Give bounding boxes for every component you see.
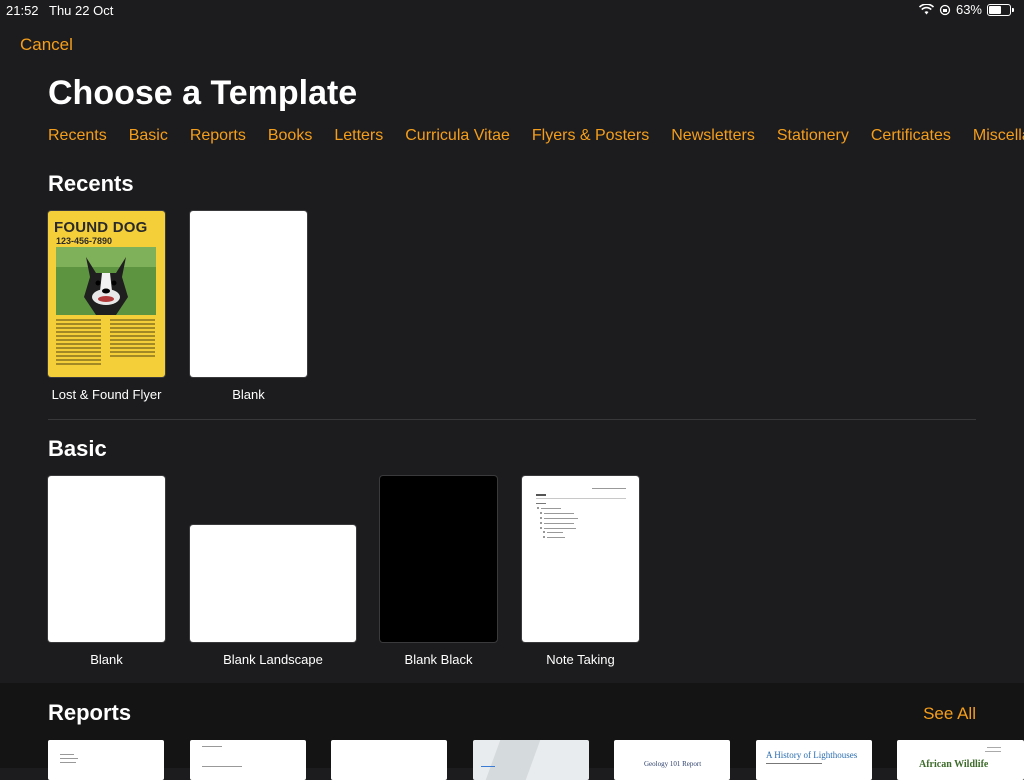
template-label-blank-recent: Blank [232, 387, 265, 402]
orientation-lock-icon [939, 4, 951, 15]
template-label-note-taking: Note Taking [546, 652, 615, 667]
category-bar: Recents Basic Reports Books Letters Curricula… [48, 127, 1024, 149]
flyer-body-left [56, 319, 101, 367]
category-tab-certificates[interactable]: Certificates [871, 127, 951, 145]
report-thumb-4[interactable] [473, 740, 589, 780]
template-lost-found-flyer[interactable]: FOUND DOG 123-456-7890 [48, 211, 165, 377]
status-indicators: 63% [918, 2, 1014, 17]
battery-percent: 63% [955, 2, 982, 17]
see-all-button[interactable]: See All [923, 704, 976, 724]
category-tab-books[interactable]: Books [268, 127, 312, 145]
status-time: 21:52 [6, 3, 39, 18]
report-title-geology: Geology 101 Report [644, 760, 702, 768]
template-label-lost-found-flyer: Lost & Found Flyer [51, 387, 162, 402]
category-tab-curricula-vitae[interactable]: Curricula Vitae [405, 127, 510, 145]
battery-tip [1012, 7, 1014, 12]
wifi-icon [918, 4, 934, 15]
report-thumb-1[interactable] [48, 740, 164, 780]
template-label-blank-landscape: Blank Landscape [223, 652, 323, 667]
flyer-body-right [110, 319, 155, 359]
template-label-blank: Blank [90, 652, 123, 667]
report-title-lighthouses: A History of Lighthouses [766, 750, 858, 760]
template-blank-recent[interactable] [190, 211, 307, 377]
status-bar: 21:52 Thu 22 Oct 63% [0, 0, 1024, 20]
section-title-recents: Recents [48, 171, 134, 196]
section-title-basic: Basic [48, 436, 107, 461]
flyer-phone: 123-456-7890 [56, 236, 113, 246]
template-blank[interactable] [48, 476, 165, 642]
category-tab-reports[interactable]: Reports [190, 127, 246, 145]
category-tab-stationery[interactable]: Stationery [777, 127, 849, 145]
category-tab-basic[interactable]: Basic [129, 127, 168, 145]
dog-photo [56, 247, 156, 315]
category-tab-newsletters[interactable]: Newsletters [671, 127, 755, 145]
category-tab-miscellaneous[interactable]: Miscellaneous [973, 127, 1024, 145]
page-title: Choose a Template [48, 74, 358, 112]
report-thumb-3[interactable] [331, 740, 447, 780]
section-title-reports: Reports [48, 700, 132, 725]
report-thumb-african-wildlife[interactable]: African Wildlife [897, 740, 1024, 780]
cancel-button[interactable]: Cancel [20, 35, 73, 55]
category-tab-recents[interactable]: Recents [48, 127, 107, 145]
report-title-african-wildlife: African Wildlife [919, 759, 989, 770]
battery-icon [987, 3, 1011, 16]
category-tab-flyers-posters[interactable]: Flyers & Posters [532, 127, 649, 145]
template-blank-black[interactable] [380, 476, 497, 642]
section-divider [48, 419, 976, 420]
status-date: Thu 22 Oct [49, 3, 114, 18]
category-tab-letters[interactable]: Letters [334, 127, 383, 145]
flyer-title: FOUND DOG [54, 219, 148, 236]
report-thumb-2[interactable] [190, 740, 306, 780]
template-note-taking[interactable] [522, 476, 639, 642]
report-thumb-geology[interactable]: Geology 101 Report [614, 740, 730, 780]
reports-section: Reports See All Geology 101 Report A His… [0, 683, 1024, 780]
template-blank-landscape[interactable] [190, 525, 356, 642]
report-thumb-lighthouses[interactable]: A History of Lighthouses [756, 740, 872, 780]
template-label-blank-black: Blank Black [404, 652, 473, 667]
